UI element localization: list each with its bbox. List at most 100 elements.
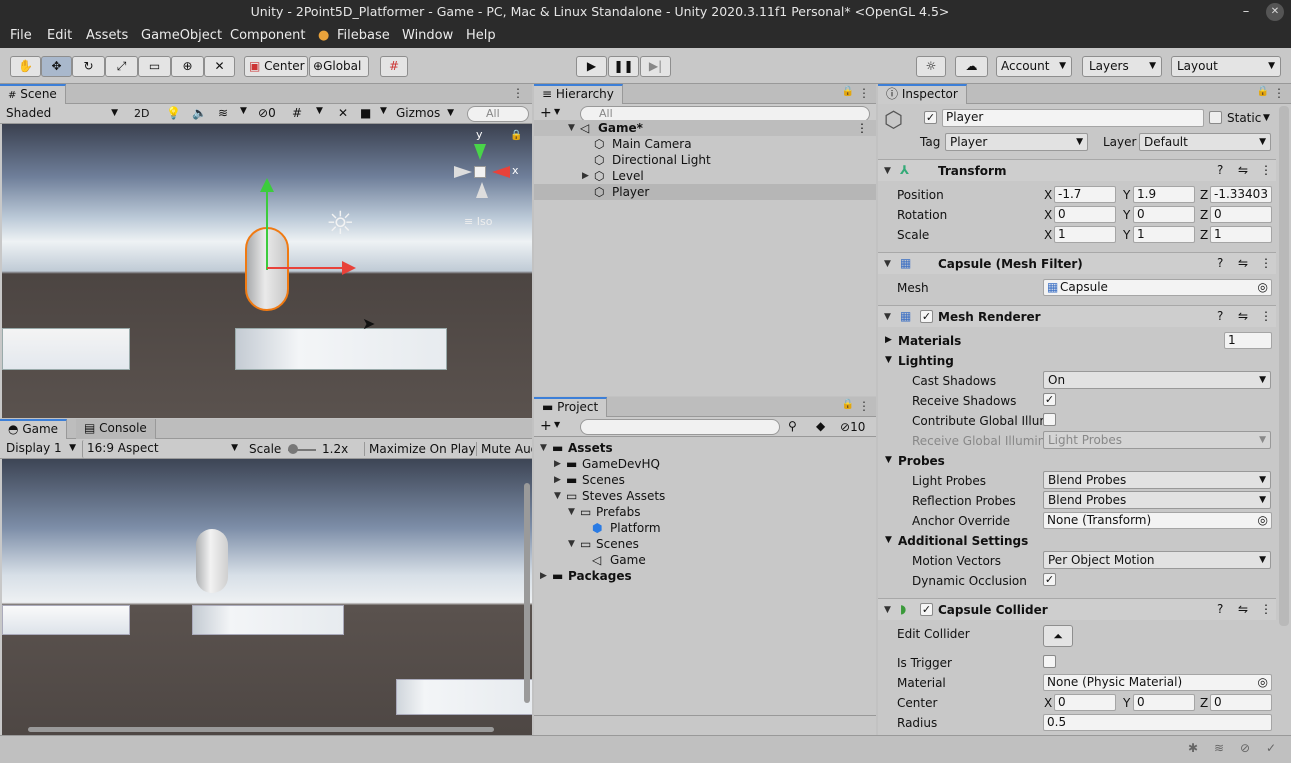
scale-tool-icon[interactable]: ⤢ bbox=[105, 56, 138, 77]
materials-count-field[interactable]: 1 bbox=[1224, 332, 1272, 349]
scene-search-input[interactable]: All bbox=[467, 106, 529, 122]
menu-gameobject[interactable]: GameObject bbox=[141, 28, 222, 43]
projection-label[interactable]: ≡ Iso bbox=[464, 215, 492, 228]
edit-collider-button[interactable]: ⏶ bbox=[1043, 625, 1073, 647]
presets-icon[interactable]: ⇋ bbox=[1238, 163, 1248, 177]
gizmo-y-cone-icon[interactable] bbox=[474, 144, 486, 160]
chevron-down-icon[interactable]: ▼ bbox=[240, 106, 247, 116]
project-scene-game[interactable]: ◁ Game bbox=[534, 552, 876, 568]
gizmo-x-cone-icon[interactable] bbox=[492, 166, 510, 178]
gizmos-dropdown[interactable]: Gizmos ▼ bbox=[392, 105, 458, 123]
active-checkbox[interactable]: ✓ bbox=[924, 111, 937, 124]
probes-label[interactable]: Probes bbox=[898, 454, 945, 468]
chevron-down-icon[interactable]: ▼ bbox=[885, 355, 892, 365]
presets-icon[interactable]: ⇋ bbox=[1238, 256, 1248, 270]
move-tool-icon[interactable]: ✥ bbox=[41, 56, 72, 77]
project-prefab-platform[interactable]: ⬢ Platform bbox=[534, 520, 876, 536]
project-folder-packages[interactable]: ▶ ▬ Packages bbox=[534, 568, 876, 584]
center-x-field[interactable]: 0 bbox=[1054, 694, 1116, 711]
mesh-renderer-header[interactable]: ▼ ▦ ✓ Mesh Renderer ? ⇋ ⋮ bbox=[878, 305, 1276, 327]
no-debug-icon[interactable]: ⊘ bbox=[1240, 741, 1250, 755]
help-icon[interactable]: ? bbox=[1217, 163, 1223, 177]
mesh-filter-header[interactable]: ▼ ▦ Capsule (Mesh Filter) ? ⇋ ⋮ bbox=[878, 252, 1276, 274]
project-folder-steves-assets[interactable]: ▼ ▭ Steves Assets bbox=[534, 488, 876, 504]
close-button[interactable]: ✕ bbox=[1266, 3, 1284, 21]
help-icon[interactable]: ? bbox=[1217, 256, 1223, 270]
lock-icon[interactable]: 🔒 bbox=[842, 399, 854, 410]
object-picker-icon[interactable]: ◎ bbox=[1258, 675, 1268, 690]
kebab-icon[interactable]: ⋮ bbox=[1260, 309, 1272, 323]
is-trigger-checkbox[interactable] bbox=[1043, 655, 1056, 668]
cloud-icon[interactable]: ☁ bbox=[955, 56, 988, 77]
cast-shadows-dropdown[interactable]: On ▼ bbox=[1043, 371, 1271, 389]
gizmo-neg-x-cone-icon[interactable] bbox=[454, 166, 472, 178]
lock-icon[interactable]: 🔒 bbox=[1257, 86, 1269, 97]
object-picker-icon[interactable]: ◎ bbox=[1258, 280, 1268, 295]
grid-snap-icon[interactable]: # bbox=[380, 56, 408, 77]
chevron-down-icon[interactable]: ▼ bbox=[380, 106, 387, 116]
radius-field[interactable]: 0.5 bbox=[1043, 714, 1272, 731]
layout-dropdown[interactable]: Layout ▼ bbox=[1171, 56, 1281, 77]
project-folder-scenes[interactable]: ▶ ▬ Scenes bbox=[534, 472, 876, 488]
chevron-down-icon[interactable]: ▼ bbox=[316, 106, 323, 116]
kebab-icon[interactable]: ⋮ bbox=[1273, 86, 1285, 100]
tag-dropdown[interactable]: Player ▼ bbox=[945, 133, 1088, 151]
lighting-toggle-icon[interactable]: 💡 bbox=[166, 106, 181, 120]
minimize-button[interactable]: – bbox=[1237, 3, 1255, 21]
contribute-gi-checkbox[interactable] bbox=[1043, 413, 1056, 426]
hierarchy-item-main-camera[interactable]: ⬡ Main Camera bbox=[534, 136, 876, 152]
transform-tool-icon[interactable]: ⊕ bbox=[171, 56, 204, 77]
aspect-dropdown[interactable]: 16:9 Aspect ▼ bbox=[82, 440, 242, 458]
rotation-y-field[interactable]: 0 bbox=[1133, 206, 1195, 223]
move-gizmo-y[interactable] bbox=[266, 184, 268, 270]
menu-edit[interactable]: Edit bbox=[47, 28, 72, 43]
hierarchy-item-level[interactable]: ▶ ⬡ Level bbox=[534, 168, 876, 184]
directional-light-icon[interactable]: ☼ bbox=[326, 204, 355, 242]
object-name-field[interactable]: Player bbox=[942, 109, 1204, 127]
camera-icon[interactable]: ■ bbox=[360, 106, 371, 120]
dynamic-occlusion-checkbox[interactable]: ✓ bbox=[1043, 573, 1056, 586]
audio-toggle-icon[interactable]: 🔈 bbox=[192, 106, 207, 120]
reflection-probes-dropdown[interactable]: Blend Probes ▼ bbox=[1043, 491, 1271, 509]
tab-hierarchy[interactable]: ≡ Hierarchy bbox=[534, 84, 623, 104]
scene-viewport[interactable]: ☼ ➤ y x 🔒 ≡ Iso bbox=[2, 124, 532, 418]
game-vertical-scrollbar[interactable] bbox=[524, 483, 530, 703]
play-button[interactable]: ▶ bbox=[576, 56, 607, 77]
tab-console[interactable]: ▤ Console bbox=[76, 419, 156, 439]
tools-icon[interactable]: ✕ bbox=[338, 106, 348, 120]
project-folder-scenes-sub[interactable]: ▼ ▭ Scenes bbox=[534, 536, 876, 552]
display-dropdown[interactable]: Display 1 ▼ bbox=[2, 440, 80, 458]
position-x-field[interactable]: -1.7 bbox=[1054, 186, 1116, 203]
position-y-field[interactable]: 1.9 bbox=[1133, 186, 1195, 203]
presets-icon[interactable]: ⇋ bbox=[1238, 602, 1248, 616]
step-button[interactable]: ▶| bbox=[640, 56, 671, 77]
rotation-x-field[interactable]: 0 bbox=[1054, 206, 1116, 223]
help-icon[interactable]: ? bbox=[1217, 602, 1223, 616]
kebab-icon[interactable]: ⋮ bbox=[1260, 602, 1272, 616]
hidden-packages-button[interactable]: ⊘10 bbox=[840, 420, 865, 434]
menu-help[interactable]: Help bbox=[466, 28, 496, 43]
layers-stack-icon[interactable]: ≋ bbox=[1214, 741, 1224, 755]
menu-window[interactable]: Window bbox=[402, 28, 453, 43]
mute-audio-toggle[interactable]: Mute Audio bbox=[476, 442, 532, 456]
game-viewport[interactable] bbox=[2, 459, 532, 735]
material-field[interactable]: None (Physic Material) ◎ bbox=[1043, 674, 1272, 691]
grid-toggle-icon[interactable]: # bbox=[292, 106, 302, 120]
maximize-on-play-toggle[interactable]: Maximize On Play bbox=[364, 442, 476, 456]
kebab-icon[interactable]: ⋮ bbox=[858, 86, 870, 100]
add-icon[interactable]: + bbox=[540, 105, 552, 121]
chevron-down-icon[interactable]: ▼ bbox=[554, 107, 560, 116]
label-icon[interactable]: ◆ bbox=[816, 419, 825, 433]
tab-project[interactable]: ▬ Project bbox=[534, 397, 608, 417]
capsule-collider-header[interactable]: ▼ ◗ ✓ Capsule Collider ? ⇋ ⋮ bbox=[878, 598, 1276, 620]
position-z-field[interactable]: -1.33403 bbox=[1210, 186, 1272, 203]
hand-tool-icon[interactable]: ✋ bbox=[10, 56, 41, 77]
inspector-scrollbar[interactable] bbox=[1279, 106, 1289, 626]
platform-center[interactable] bbox=[235, 328, 447, 370]
project-folder-assets[interactable]: ▼ ▬ Assets bbox=[534, 440, 876, 456]
game-horizontal-scrollbar[interactable] bbox=[28, 727, 494, 732]
mesh-renderer-enabled-checkbox[interactable]: ✓ bbox=[920, 310, 933, 323]
kebab-icon[interactable]: ⋮ bbox=[1260, 163, 1272, 177]
project-folder-gamedevhq[interactable]: ▶ ▬ GameDevHQ bbox=[534, 456, 876, 472]
menu-filebase[interactable]: Filebase bbox=[337, 28, 390, 43]
